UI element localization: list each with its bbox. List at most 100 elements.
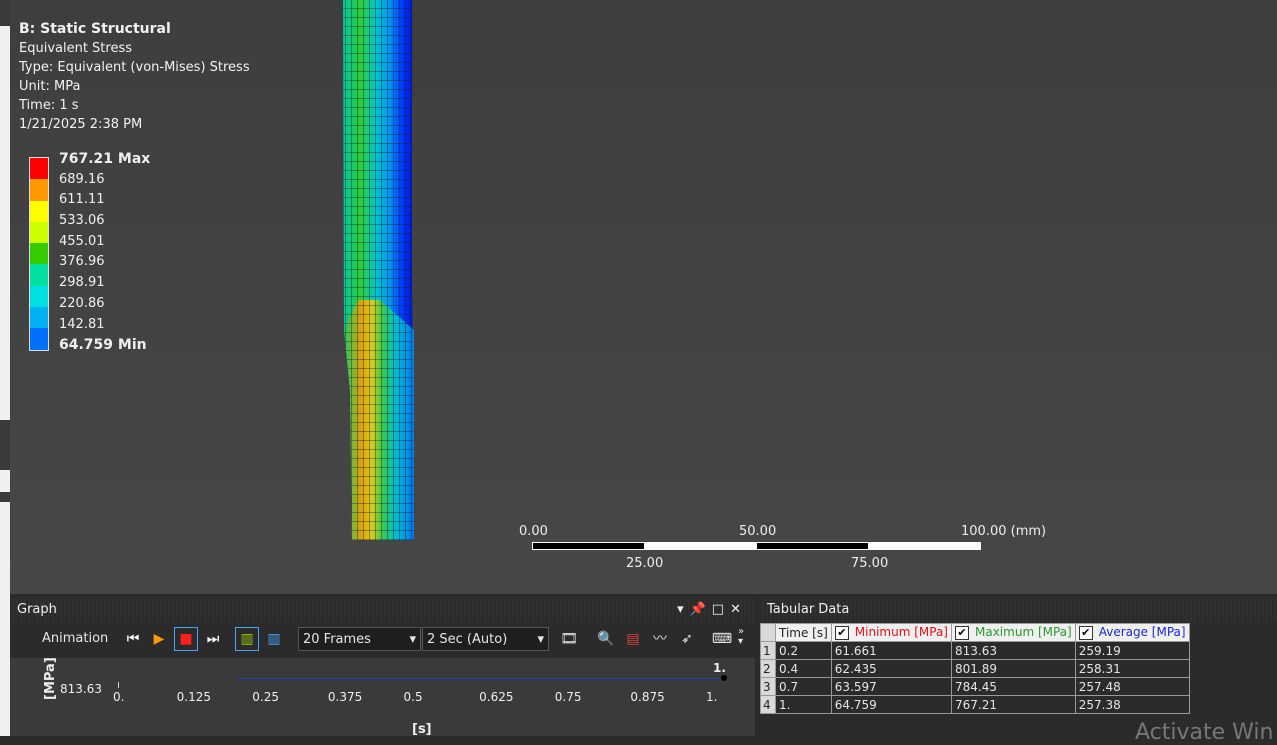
graph-panel: Graph ▾📌□✕ Animation ⏮ ▶ ■ ⏭ ▥ ▥ 20 Fram… [10,598,755,737]
axis-tick [118,682,119,688]
x-tick-label: 0.75 [554,690,582,704]
column-header-label: Average [MPa] [1098,625,1186,640]
table-corner [760,623,776,642]
panel-controls: ▾📌□✕ [677,598,747,622]
chevron-down-icon: ▾ [409,632,416,647]
tabular-table: Time [s] ✔ Minimum [MPa] ✔ Maximum [MPa] ✔ Ave… [760,623,1190,714]
table-cell: 0.7 [775,677,832,696]
chevron-down-icon: ▾ [537,632,544,647]
overflow-icon[interactable]: » ▾ [738,627,744,651]
result-name: Equivalent Stress [19,41,133,56]
probe-icon[interactable]: ➶ [675,627,699,651]
table-cell: 257.38 [1074,695,1190,714]
legend-value: 142.81 [59,316,105,332]
column-header[interactable]: Time [s] [775,623,832,642]
table-cell: 801.89 [951,659,1076,678]
system-title: B: Static Structural [19,21,171,37]
table-cell: 767.21 [951,695,1076,714]
legend-labels: 767.21 Max 689.16 611.11 533.06 455.01 376.96… [59,149,150,356]
pin-icon[interactable]: 📌 [690,602,712,617]
colorbar-band [30,179,48,201]
scale-label-0: 0.00 [519,524,548,539]
table-cell: 0.2 [775,641,832,660]
frames-value: 20 Frames [303,632,371,647]
colorbar-band [30,243,48,265]
colorbar-band [30,158,48,180]
export-video-icon[interactable]: 🎞 [557,627,581,651]
legend-value: 689.16 [59,171,105,187]
column-header[interactable]: ✔ Minimum [MPa] [830,623,953,642]
stress-curve [236,678,724,679]
curve-icon[interactable]: 〰 [648,627,672,651]
animation-toolbar: Animation ⏮ ▶ ■ ⏭ ▥ ▥ 20 Frames ▾ 2 Sec (… [10,624,755,654]
legend-value: 220.86 [59,295,105,311]
table-cell: 813.63 [951,641,1076,660]
colorbar-band [30,307,48,329]
legend-value: 455.01 [59,233,105,249]
play-icon[interactable]: ▶ [147,627,171,651]
checkbox-icon[interactable]: ✔ [834,625,849,640]
scale-seg-3 [756,542,869,550]
checkbox-icon[interactable]: ✔ [1078,625,1093,640]
table-row[interactable]: 2 0.4 62.435 801.89 258.31 [760,659,1190,678]
dropdown-icon[interactable]: ▾ [677,602,690,617]
table-row[interactable]: 4 1. 64.759 767.21 257.38 [760,695,1190,714]
column-header-label: Maximum [MPa] [975,625,1072,640]
result-date: 1/21/2025 2:38 PM [19,117,143,132]
column-header[interactable]: ✔ Maximum [MPa] [951,623,1076,642]
legend-colorbar [29,157,49,351]
x-axis-label: [s] [412,722,432,737]
close-icon[interactable]: ✕ [730,602,747,617]
legend-value: 64.759 Min [59,337,147,354]
table-row[interactable]: 3 0.7 63.597 784.45 257.48 [760,677,1190,696]
y-value-label: 813.63 [60,682,102,696]
distributed-frames-icon[interactable]: ▥ [235,627,259,651]
row-number: 3 [760,677,776,696]
skip-back-icon[interactable]: ⏮ [121,627,145,651]
result-sets-icon[interactable]: ▥ [262,627,286,651]
table-cell: 784.45 [951,677,1076,696]
scale-label-100: 100.00 (mm) [961,524,1047,539]
column-header[interactable]: ✔ Average [MPa] [1074,623,1190,642]
table-cell: 0.4 [775,659,832,678]
legend-icon[interactable]: ▤ [621,627,645,651]
skip-forward-icon[interactable]: ⏭ [201,627,225,651]
result-time: Time: 1 s [19,98,79,113]
checkbox-icon[interactable]: ✔ [955,625,969,640]
row-number: 2 [760,659,776,678]
tabular-header: Tabular Data [760,598,1277,622]
legend-value: 767.21 Max [59,151,151,167]
x-tick-label: 0.875 [630,690,665,704]
result-info: B: Static Structural Equivalent Stress T… [19,20,250,134]
graph-plot[interactable]: [MPa] 813.63 1. 0. 0.125 0.25 0.375 0.5 0.625… [10,657,755,737]
column-header-label: Time [s] [779,625,828,640]
colorbar-band [30,328,48,350]
scale-label-50: 50.00 [739,524,777,539]
tabular-title: Tabular Data [767,602,850,617]
table-cell: 62.435 [830,659,953,678]
zoom-icon[interactable]: 🔍 [594,627,618,651]
table-row[interactable]: 1 0.2 61.661 813.63 259.19 [760,641,1190,660]
x-tick-label: 0.25 [252,690,279,704]
result-unit: Unit: MPa [19,79,81,94]
tabular-panel: Tabular Data Time [s] ✔ Minimum [MPa] ✔ Maxi… [760,598,1277,736]
scale-seg-1 [532,542,645,550]
y-axis-label: [MPa] [43,657,58,700]
keyboard-icon[interactable]: ⌨ [710,627,734,651]
duration-select[interactable]: 2 Sec (Auto) ▾ [422,627,549,651]
column-header-label: Minimum [MPa] [854,625,948,640]
colorbar-band [30,221,48,244]
table-cell: 64.759 [830,695,953,714]
maximize-icon[interactable]: □ [712,602,730,617]
table-cell: 257.48 [1074,677,1190,696]
frames-select[interactable]: 20 Frames ▾ [298,627,421,651]
scale-bar: 0.00 50.00 100.00 (mm) 25.00 75.00 [510,520,1070,575]
scale-seg-4 [868,542,981,550]
current-time-marker[interactable] [721,675,727,681]
x-tick-label: 0.125 [176,690,211,704]
x-tick-label: 0.625 [479,690,514,704]
stop-icon[interactable]: ■ [174,627,198,651]
mesh-model[interactable] [340,0,420,545]
scale-seg-2 [644,542,757,550]
graph-header: Graph ▾📌□✕ [10,598,755,622]
